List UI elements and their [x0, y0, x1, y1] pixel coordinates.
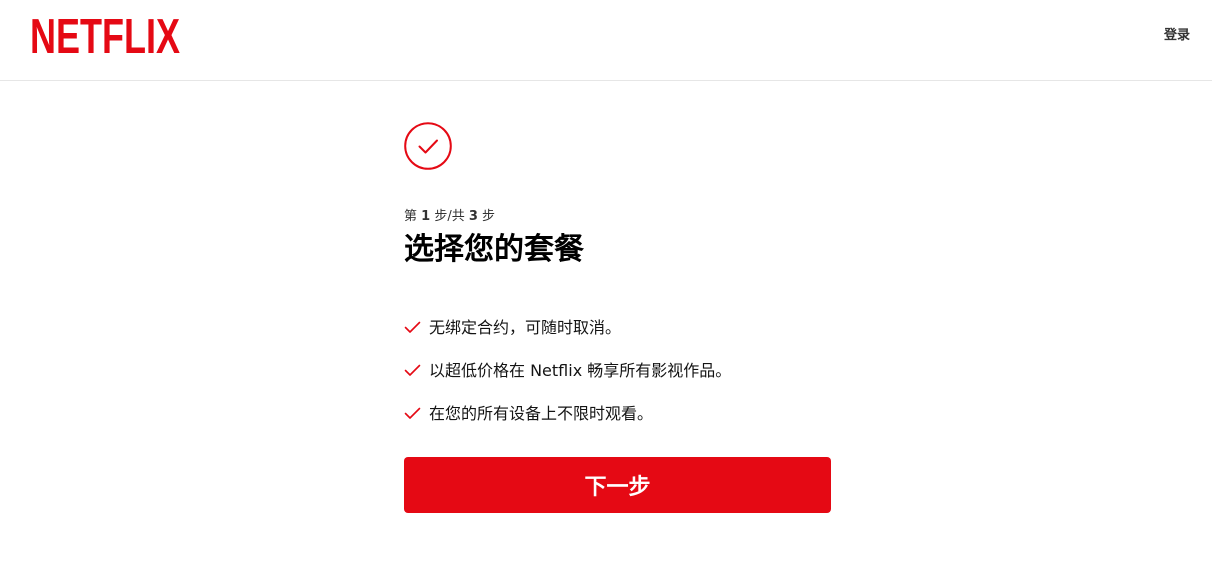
- benefits-list: 无绑定合约，可随时取消。 以超低价格在 Netflix 畅享所有影视作品。 在您…: [404, 306, 831, 435]
- login-link[interactable]: 登录: [1164, 24, 1190, 43]
- site-header: NETFLIX 登录: [0, 0, 1212, 81]
- netflix-logo[interactable]: NETFLIX: [30, 13, 180, 55]
- step-total: 3: [468, 209, 478, 224]
- step-current: 1: [421, 209, 431, 224]
- benefit-text: 在您的所有设备上不限时观看。: [429, 403, 654, 423]
- page-title: 选择您的套餐: [404, 232, 584, 267]
- check-icon: [404, 321, 421, 333]
- benefit-text: 以超低价格在 Netflix 畅享所有影视作品。: [429, 360, 732, 380]
- check-icon: [404, 364, 421, 376]
- benefit-item: 以超低价格在 Netflix 畅享所有影视作品。: [404, 349, 831, 392]
- step-suffix: 步: [477, 209, 496, 224]
- step-middle: 步/共: [430, 209, 469, 224]
- benefit-item: 无绑定合约，可随时取消。: [404, 306, 831, 349]
- benefit-text: 无绑定合约，可随时取消。: [429, 317, 622, 337]
- check-circle-icon: [404, 122, 452, 170]
- benefit-item: 在您的所有设备上不限时观看。: [404, 392, 831, 435]
- svg-text:NETFLIX: NETFLIX: [30, 13, 180, 55]
- step-indicator: 第 1 步/共 3 步: [404, 205, 495, 224]
- step-prefix: 第: [404, 209, 422, 224]
- check-icon: [404, 407, 421, 419]
- next-button[interactable]: 下一步: [404, 457, 831, 513]
